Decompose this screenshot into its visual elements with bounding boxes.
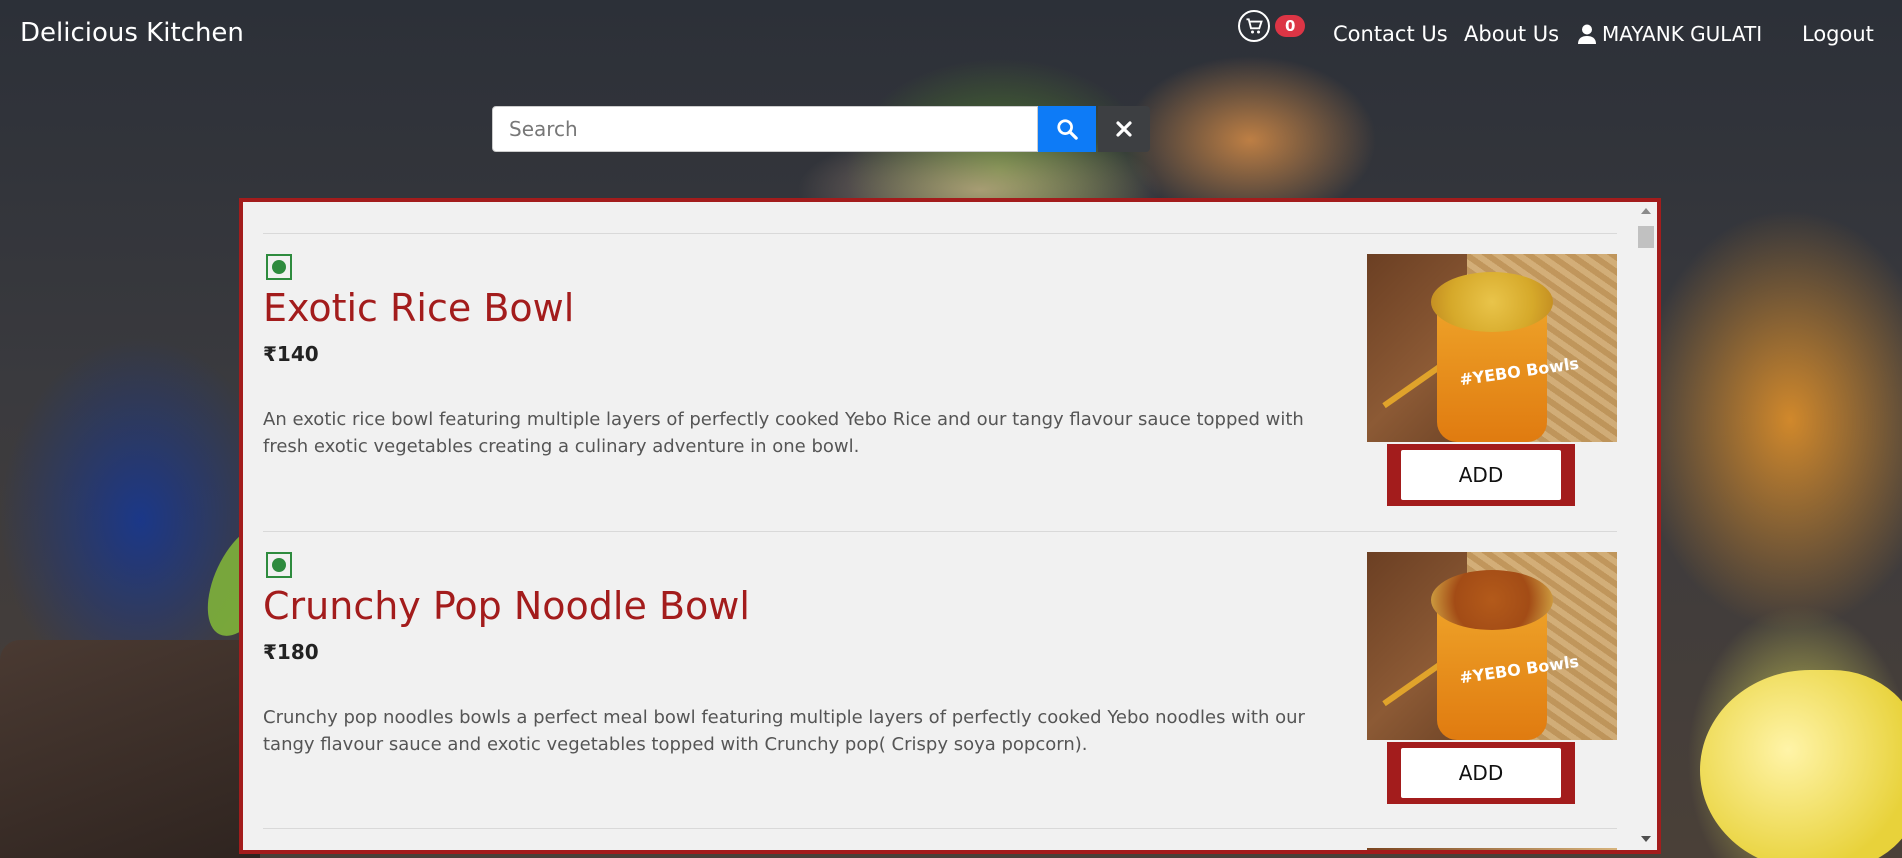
item-name: Exotic Rice Bowl xyxy=(263,286,575,330)
navbar: Delicious Kitchen 0 Contact Us About Us … xyxy=(0,0,1902,68)
search-bar xyxy=(492,106,1150,152)
nav-user-link[interactable]: MAYANK GULATI xyxy=(1578,22,1762,46)
menu-item: Crunchy Pop Noodle Bowl ₹180 Crunchy pop… xyxy=(263,552,1617,848)
user-name: MAYANK GULATI xyxy=(1602,22,1763,46)
search-input[interactable] xyxy=(492,106,1038,152)
item-name: Crunchy Pop Noodle Bowl xyxy=(263,584,750,628)
scrollbar[interactable] xyxy=(1637,202,1655,850)
divider xyxy=(263,531,1617,532)
logout-link[interactable]: Logout xyxy=(1802,22,1874,46)
nav-contact-link[interactable]: Contact Us xyxy=(1333,22,1448,46)
cart-icon[interactable] xyxy=(1238,10,1270,42)
add-button[interactable]: ADD xyxy=(1401,450,1561,500)
veg-indicator-icon xyxy=(266,552,292,578)
user-icon xyxy=(1578,24,1596,44)
item-image: #YEBO Bowls xyxy=(1367,254,1617,442)
scroll-thumb[interactable] xyxy=(1638,226,1654,248)
brand-link[interactable]: Delicious Kitchen xyxy=(20,18,244,48)
item-description: Crunchy pop noodles bowls a perfect meal… xyxy=(263,707,1305,755)
search-icon xyxy=(1057,119,1078,140)
divider xyxy=(263,233,1617,234)
item-price: ₹140 xyxy=(263,342,319,366)
veg-indicator-icon xyxy=(266,254,292,280)
close-icon xyxy=(1116,121,1132,137)
scroll-down-arrow-icon[interactable] xyxy=(1641,836,1651,842)
divider xyxy=(263,828,1617,829)
scroll-up-arrow-icon[interactable] xyxy=(1641,208,1651,214)
menu-item: Exotic Rice Bowl ₹140 An exotic rice bow… xyxy=(263,254,1617,550)
item-description: An exotic rice bowl featuring multiple l… xyxy=(263,409,1304,457)
search-button[interactable] xyxy=(1038,106,1096,152)
cart-count-badge: 0 xyxy=(1275,15,1306,37)
nav-about-link[interactable]: About Us xyxy=(1464,22,1559,46)
menu-list-panel: Exotic Rice Bowl ₹140 An exotic rice bow… xyxy=(239,198,1661,854)
clear-search-button[interactable] xyxy=(1098,106,1150,152)
next-item-image-peek xyxy=(1367,848,1617,850)
item-image: #YEBO Bowls xyxy=(1367,552,1617,740)
item-price: ₹180 xyxy=(263,640,319,664)
add-button[interactable]: ADD xyxy=(1401,748,1561,798)
